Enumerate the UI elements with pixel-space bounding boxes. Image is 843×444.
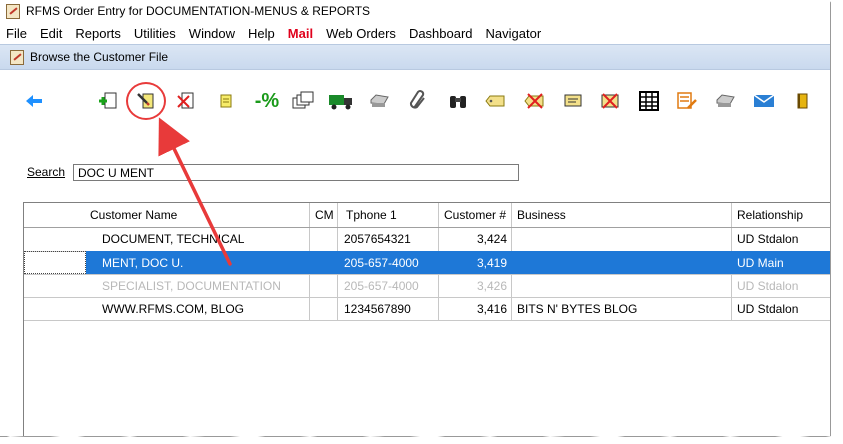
- app-window: RFMS Order Entry for DOCUMENTATION-MENUS…: [0, 0, 831, 437]
- column-header-phone[interactable]: Tphone 1: [340, 203, 438, 227]
- cell-business[interactable]: [511, 252, 731, 275]
- menu-web-orders[interactable]: Web Orders: [326, 26, 396, 41]
- torn-edge-bottom: [0, 434, 843, 444]
- printer2-icon[interactable]: [713, 89, 737, 113]
- menu-bar: File Edit Reports Utilities Window Help …: [0, 22, 830, 44]
- email-icon[interactable]: [752, 89, 776, 113]
- row-focus-indicator: [24, 251, 86, 274]
- book-icon[interactable]: [790, 89, 814, 113]
- menu-utilities[interactable]: Utilities: [134, 26, 176, 41]
- cell-customer-name[interactable]: SPECIALIST, DOCUMENTATION: [96, 275, 309, 298]
- grid-icon[interactable]: [637, 89, 661, 113]
- ticket-icon[interactable]: [561, 89, 585, 113]
- menu-edit[interactable]: Edit: [40, 26, 62, 41]
- toolbar: -%: [0, 84, 830, 118]
- delete-ticket-icon[interactable]: [598, 89, 622, 113]
- cell-relationship[interactable]: UD Main: [731, 252, 830, 275]
- menu-mail[interactable]: Mail: [288, 26, 313, 41]
- column-header-customer-name[interactable]: Customer Name: [84, 203, 309, 227]
- column-header-customer-number[interactable]: Customer #: [438, 203, 511, 227]
- add-record-icon[interactable]: [96, 89, 120, 113]
- note-icon[interactable]: [214, 89, 238, 113]
- menu-window[interactable]: Window: [189, 26, 235, 41]
- form-title: Browse the Customer File: [30, 50, 169, 64]
- cell-phone[interactable]: 205-657-4000: [338, 275, 438, 298]
- menu-navigator[interactable]: Navigator: [486, 26, 542, 41]
- menu-file[interactable]: File: [6, 26, 27, 41]
- highlight-circle: [126, 82, 166, 120]
- cell-customer-name[interactable]: MENT, DOC U.: [96, 252, 309, 275]
- cell-relationship[interactable]: UD Stdalon: [731, 228, 830, 251]
- printer-icon[interactable]: [367, 89, 391, 113]
- cell-relationship[interactable]: UD Stdalon: [731, 298, 830, 321]
- cell-customer-name[interactable]: DOCUMENT, TECHNICAL: [96, 228, 309, 251]
- menu-dashboard[interactable]: Dashboard: [409, 26, 473, 41]
- customer-grid: Customer Name CM Tphone 1 Customer # Bus…: [23, 202, 830, 436]
- cell-customer-number[interactable]: 3,419: [438, 252, 511, 275]
- cell-relationship[interactable]: UD Stdalon: [731, 275, 830, 298]
- delete-record-icon[interactable]: [174, 89, 198, 113]
- cell-phone[interactable]: 2057654321: [338, 228, 438, 251]
- form-icon: [10, 49, 24, 65]
- paperclip-icon[interactable]: [406, 89, 430, 113]
- menu-help[interactable]: Help: [248, 26, 275, 41]
- search-input[interactable]: [73, 164, 519, 181]
- copy-icon[interactable]: [291, 89, 315, 113]
- app-icon: [6, 3, 20, 19]
- column-header-cm[interactable]: CM: [309, 203, 337, 227]
- cell-phone[interactable]: 1234567890: [338, 298, 438, 321]
- form-title-bar: Browse the Customer File: [0, 44, 830, 70]
- cell-customer-name[interactable]: WWW.RFMS.COM, BLOG: [96, 298, 309, 321]
- torn-edge-right: [829, 0, 843, 444]
- tag-icon[interactable]: [483, 89, 507, 113]
- cell-customer-number[interactable]: 3,424: [438, 228, 511, 251]
- binoculars-icon[interactable]: [446, 89, 470, 113]
- column-header-business[interactable]: Business: [511, 203, 731, 227]
- column-header-relationship[interactable]: Relationship: [731, 203, 830, 227]
- cancel-tag-icon[interactable]: [522, 89, 546, 113]
- cell-customer-number[interactable]: 3,416: [438, 298, 511, 321]
- cell-business[interactable]: BITS N' BYTES BLOG: [511, 298, 731, 321]
- cell-business[interactable]: [511, 228, 731, 251]
- search-label: Search: [27, 165, 66, 179]
- menu-reports[interactable]: Reports: [75, 26, 121, 41]
- percent-icon[interactable]: -%: [252, 89, 282, 113]
- cell-business[interactable]: [511, 275, 731, 298]
- window-title: RFMS Order Entry for DOCUMENTATION-MENUS…: [26, 4, 371, 18]
- truck-icon[interactable]: [327, 89, 355, 113]
- back-arrow-icon[interactable]: [22, 89, 46, 113]
- cell-customer-number[interactable]: 3,426: [438, 275, 511, 298]
- edit-list-icon[interactable]: [675, 89, 699, 113]
- cell-phone[interactable]: 205-657-4000: [338, 252, 438, 275]
- title-bar: RFMS Order Entry for DOCUMENTATION-MENUS…: [0, 0, 830, 22]
